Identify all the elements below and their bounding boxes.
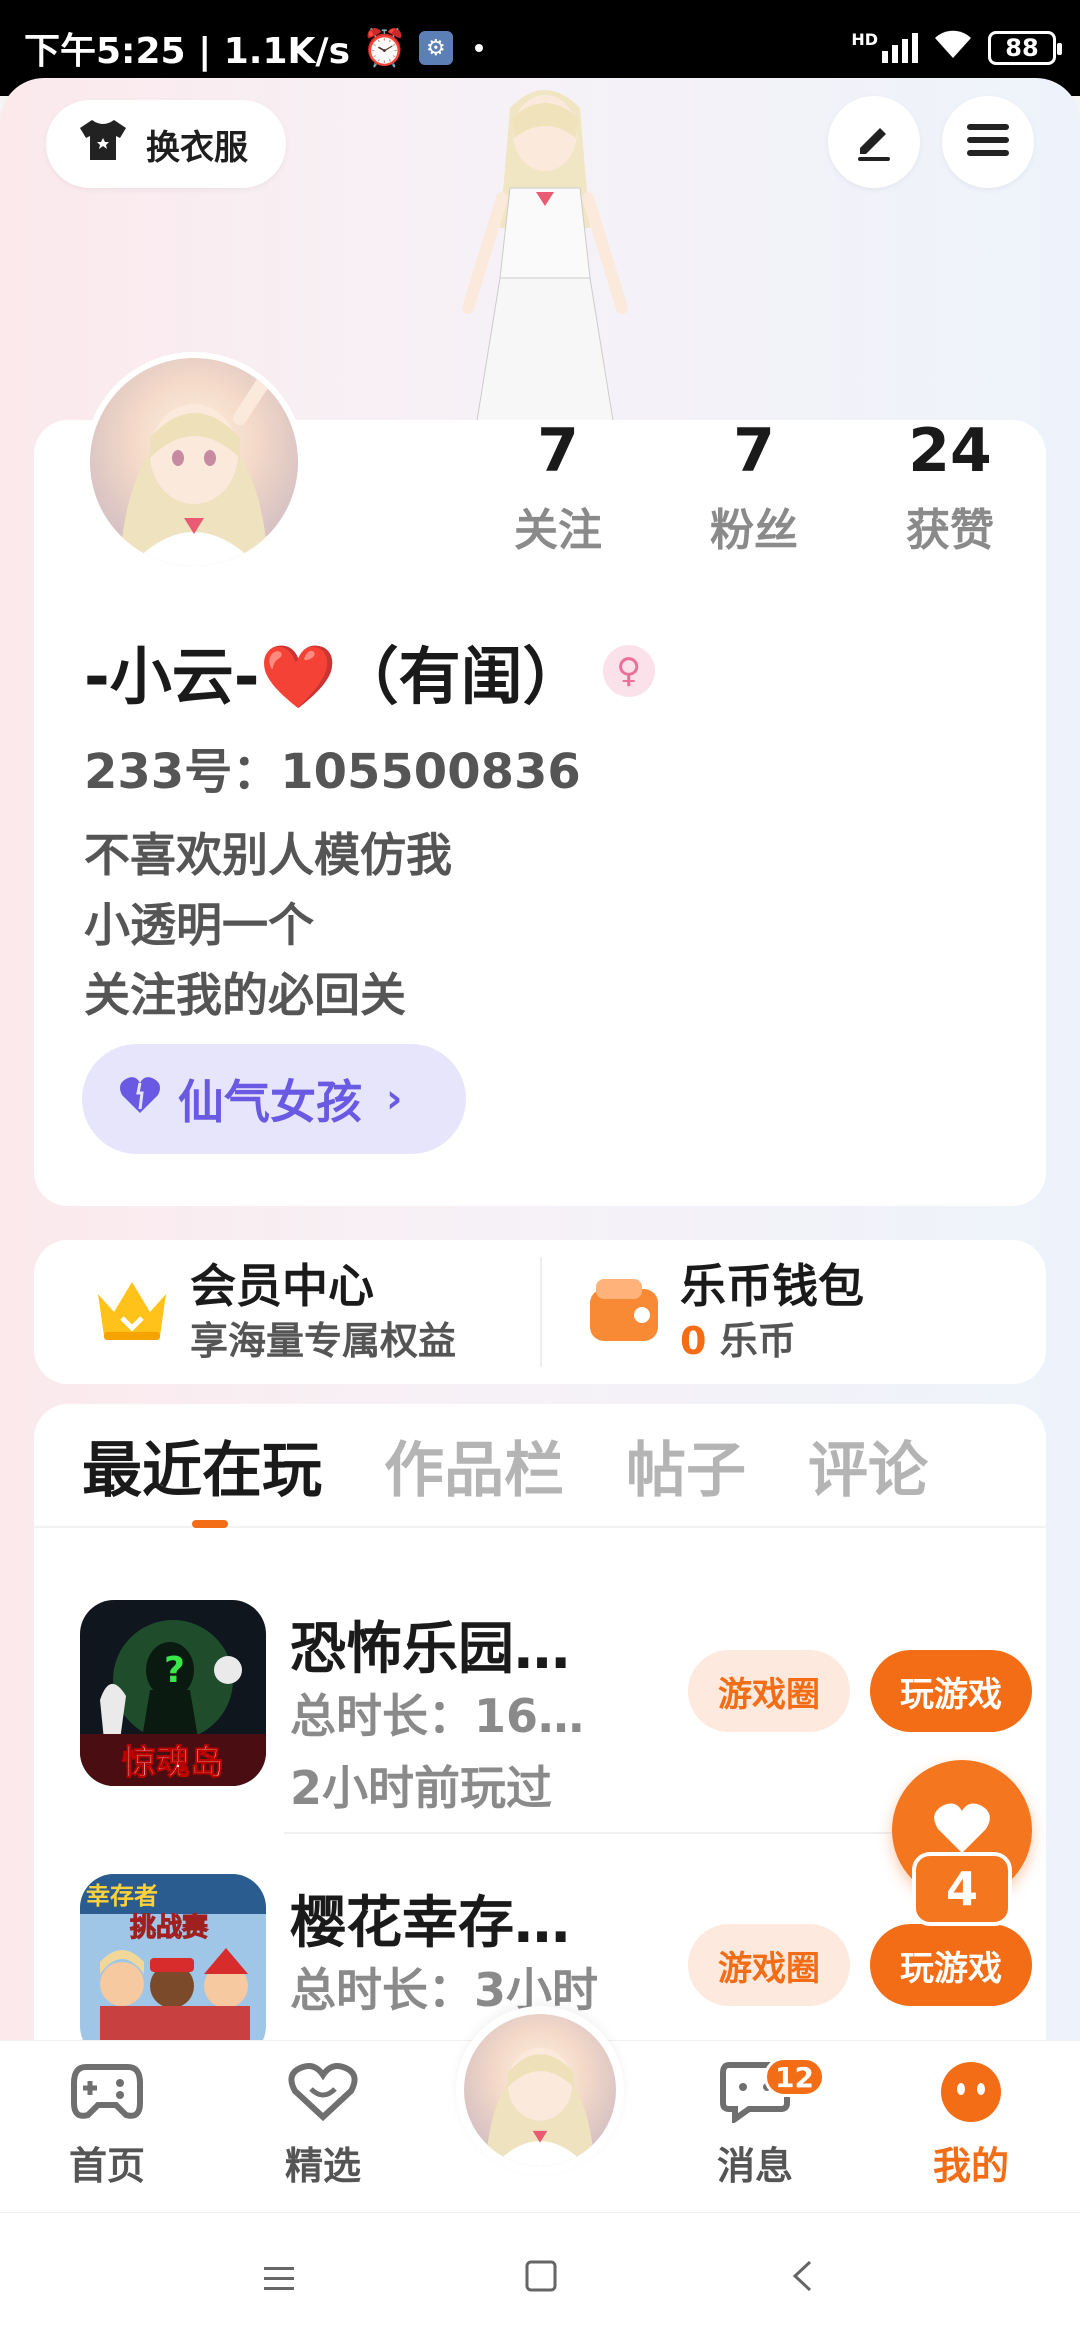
avatar-character-figure[interactable] bbox=[440, 78, 650, 438]
nav-home[interactable]: 首页 bbox=[32, 2061, 182, 2190]
coin-unit: 乐币 bbox=[719, 1319, 796, 1363]
alarm-icon: ⏰ bbox=[362, 28, 407, 69]
nav-me-label: 我的 bbox=[932, 2144, 1009, 2188]
coin-wallet-entry[interactable]: 乐币钱包 0 乐币 bbox=[540, 1257, 1046, 1367]
floating-like-count: 4 bbox=[912, 1852, 1012, 1926]
play-game-button[interactable]: 玩游戏 bbox=[870, 1650, 1032, 1732]
following-stat[interactable]: 7 关注 bbox=[460, 410, 656, 558]
fans-label: 粉丝 bbox=[710, 505, 798, 556]
game-circle-button[interactable]: 游戏圈 bbox=[688, 1650, 850, 1732]
bio-line: 小透明一个 bbox=[84, 898, 314, 952]
game-icon-text: 挑战赛 bbox=[130, 1912, 209, 1943]
following-label: 关注 bbox=[514, 505, 602, 556]
tab-bar: 最近在玩 作品栏 帖子 评论 bbox=[34, 1404, 1046, 1528]
signal-icon: HD bbox=[851, 30, 918, 63]
coin-balance: 0 乐币 bbox=[680, 1315, 864, 1367]
gamepad-icon bbox=[70, 2061, 144, 2127]
bio: 不喜欢别人模仿我 小透明一个 关注我的必回关 bbox=[84, 820, 452, 1030]
heart-icon bbox=[932, 1801, 992, 1859]
wallet-icon bbox=[586, 1275, 662, 1349]
recent-apps-icon[interactable] bbox=[262, 2257, 296, 2303]
network-type: HD bbox=[851, 30, 878, 49]
following-count: 7 bbox=[537, 416, 579, 486]
game-title: 恐怖乐园… bbox=[290, 1617, 570, 1682]
heart-icon bbox=[118, 1072, 162, 1126]
svg-text:?: ? bbox=[164, 1650, 185, 1691]
notification-dot-icon bbox=[474, 44, 483, 52]
game-last-played: 2小时前玩过 bbox=[290, 1761, 553, 1815]
bio-line: 关注我的必回关 bbox=[84, 968, 406, 1022]
nav-home-label: 首页 bbox=[68, 2144, 145, 2188]
tab-posts[interactable]: 帖子 bbox=[626, 1422, 746, 1509]
user-id: 233号：105500836 bbox=[84, 744, 581, 800]
unread-message-badge: 12 bbox=[764, 2057, 825, 2097]
status-time: 下午5:25 | 1.1K/s bbox=[24, 31, 351, 72]
vip-center-entry[interactable]: 会员中心 享海量专属权益 bbox=[34, 1257, 540, 1367]
edit-profile-button[interactable] bbox=[828, 96, 920, 188]
likes-count: 24 bbox=[908, 416, 992, 486]
wallet-card: 会员中心 享海量专属权益 乐币钱包 0 乐币 bbox=[34, 1240, 1046, 1384]
tab-works[interactable]: 作品栏 bbox=[384, 1422, 564, 1509]
settings-notification-icon: ⚙ bbox=[418, 31, 453, 65]
profile-stats: 7 关注 7 粉丝 24 获赞 bbox=[460, 410, 1048, 558]
profile-face-icon bbox=[938, 2061, 1004, 2127]
nickname: -小云-❤️（有闺） bbox=[84, 640, 585, 713]
profile-avatar[interactable] bbox=[84, 352, 304, 572]
wardrobe-label: 换衣服 bbox=[146, 127, 248, 168]
game-icon-text: 惊魂岛 bbox=[122, 1743, 224, 1783]
game-icon: 幸存者 挑战赛 bbox=[80, 1874, 266, 2060]
game-circle-button[interactable]: 游戏圈 bbox=[688, 1924, 850, 2006]
crown-icon bbox=[92, 1274, 172, 1350]
heart-outline-icon bbox=[287, 2061, 359, 2127]
chevron-right-icon: › bbox=[386, 1076, 403, 1122]
fans-count: 7 bbox=[733, 416, 775, 486]
hamburger-menu-icon bbox=[965, 120, 1011, 164]
active-tab-indicator bbox=[192, 1520, 228, 1528]
tab-recently-played[interactable]: 最近在玩 bbox=[82, 1422, 322, 1509]
female-gender-icon: ♀ bbox=[602, 645, 655, 697]
menu-button[interactable] bbox=[942, 96, 1034, 188]
system-navigation-bar bbox=[0, 2212, 1080, 2340]
personality-tag-chip[interactable]: 仙气女孩 › bbox=[82, 1044, 466, 1154]
content-tabs-card: 最近在玩 作品栏 帖子 评论 ? 惊魂岛 恐怖乐园… 总时长：16… 2小时前玩… bbox=[34, 1404, 1046, 2084]
wifi-icon bbox=[932, 28, 974, 69]
nav-avatar-button[interactable] bbox=[456, 2006, 624, 2174]
tag-label: 仙气女孩 bbox=[178, 1075, 362, 1129]
nav-messages-label: 消息 bbox=[716, 2144, 793, 2188]
coin-amount: 0 bbox=[680, 1319, 707, 1363]
play-game-button[interactable]: 玩游戏 bbox=[870, 1924, 1032, 2006]
home-button-icon[interactable] bbox=[524, 2257, 558, 2303]
nav-messages[interactable]: 12 消息 bbox=[680, 2057, 830, 2190]
nav-featured[interactable]: 精选 bbox=[248, 2061, 398, 2190]
game-icon-text: 幸存者 bbox=[86, 1882, 158, 1910]
coin-wallet-title: 乐币钱包 bbox=[680, 1259, 864, 1313]
fans-stat[interactable]: 7 粉丝 bbox=[656, 410, 852, 558]
nav-me[interactable]: 我的 bbox=[896, 2061, 1046, 2190]
back-icon[interactable] bbox=[790, 2257, 814, 2303]
vip-title: 会员中心 bbox=[190, 1259, 374, 1313]
game-play-duration: 总时长：16… bbox=[290, 1689, 585, 1743]
likes-label: 获赞 bbox=[906, 505, 994, 556]
game-list-item[interactable]: ? 惊魂岛 恐怖乐园… 总时长：16… 2小时前玩过 游戏圈 玩游戏 bbox=[80, 1600, 1032, 1815]
game-icon: ? 惊魂岛 bbox=[80, 1600, 266, 1786]
battery-indicator: 88 bbox=[988, 31, 1062, 65]
vip-subtitle: 享海量专属权益 bbox=[190, 1319, 457, 1363]
game-title: 樱花幸存… bbox=[290, 1891, 570, 1956]
nav-featured-label: 精选 bbox=[284, 2144, 361, 2188]
wardrobe-button[interactable]: 换衣服 bbox=[46, 100, 286, 188]
shirt-icon bbox=[76, 116, 130, 173]
pen-icon bbox=[852, 118, 896, 166]
bio-line: 不喜欢别人模仿我 bbox=[84, 828, 452, 882]
tab-comments[interactable]: 评论 bbox=[808, 1422, 928, 1509]
likes-stat[interactable]: 24 获赞 bbox=[852, 410, 1048, 558]
nickname-row: -小云-❤️（有闺） ♀ bbox=[84, 626, 655, 716]
